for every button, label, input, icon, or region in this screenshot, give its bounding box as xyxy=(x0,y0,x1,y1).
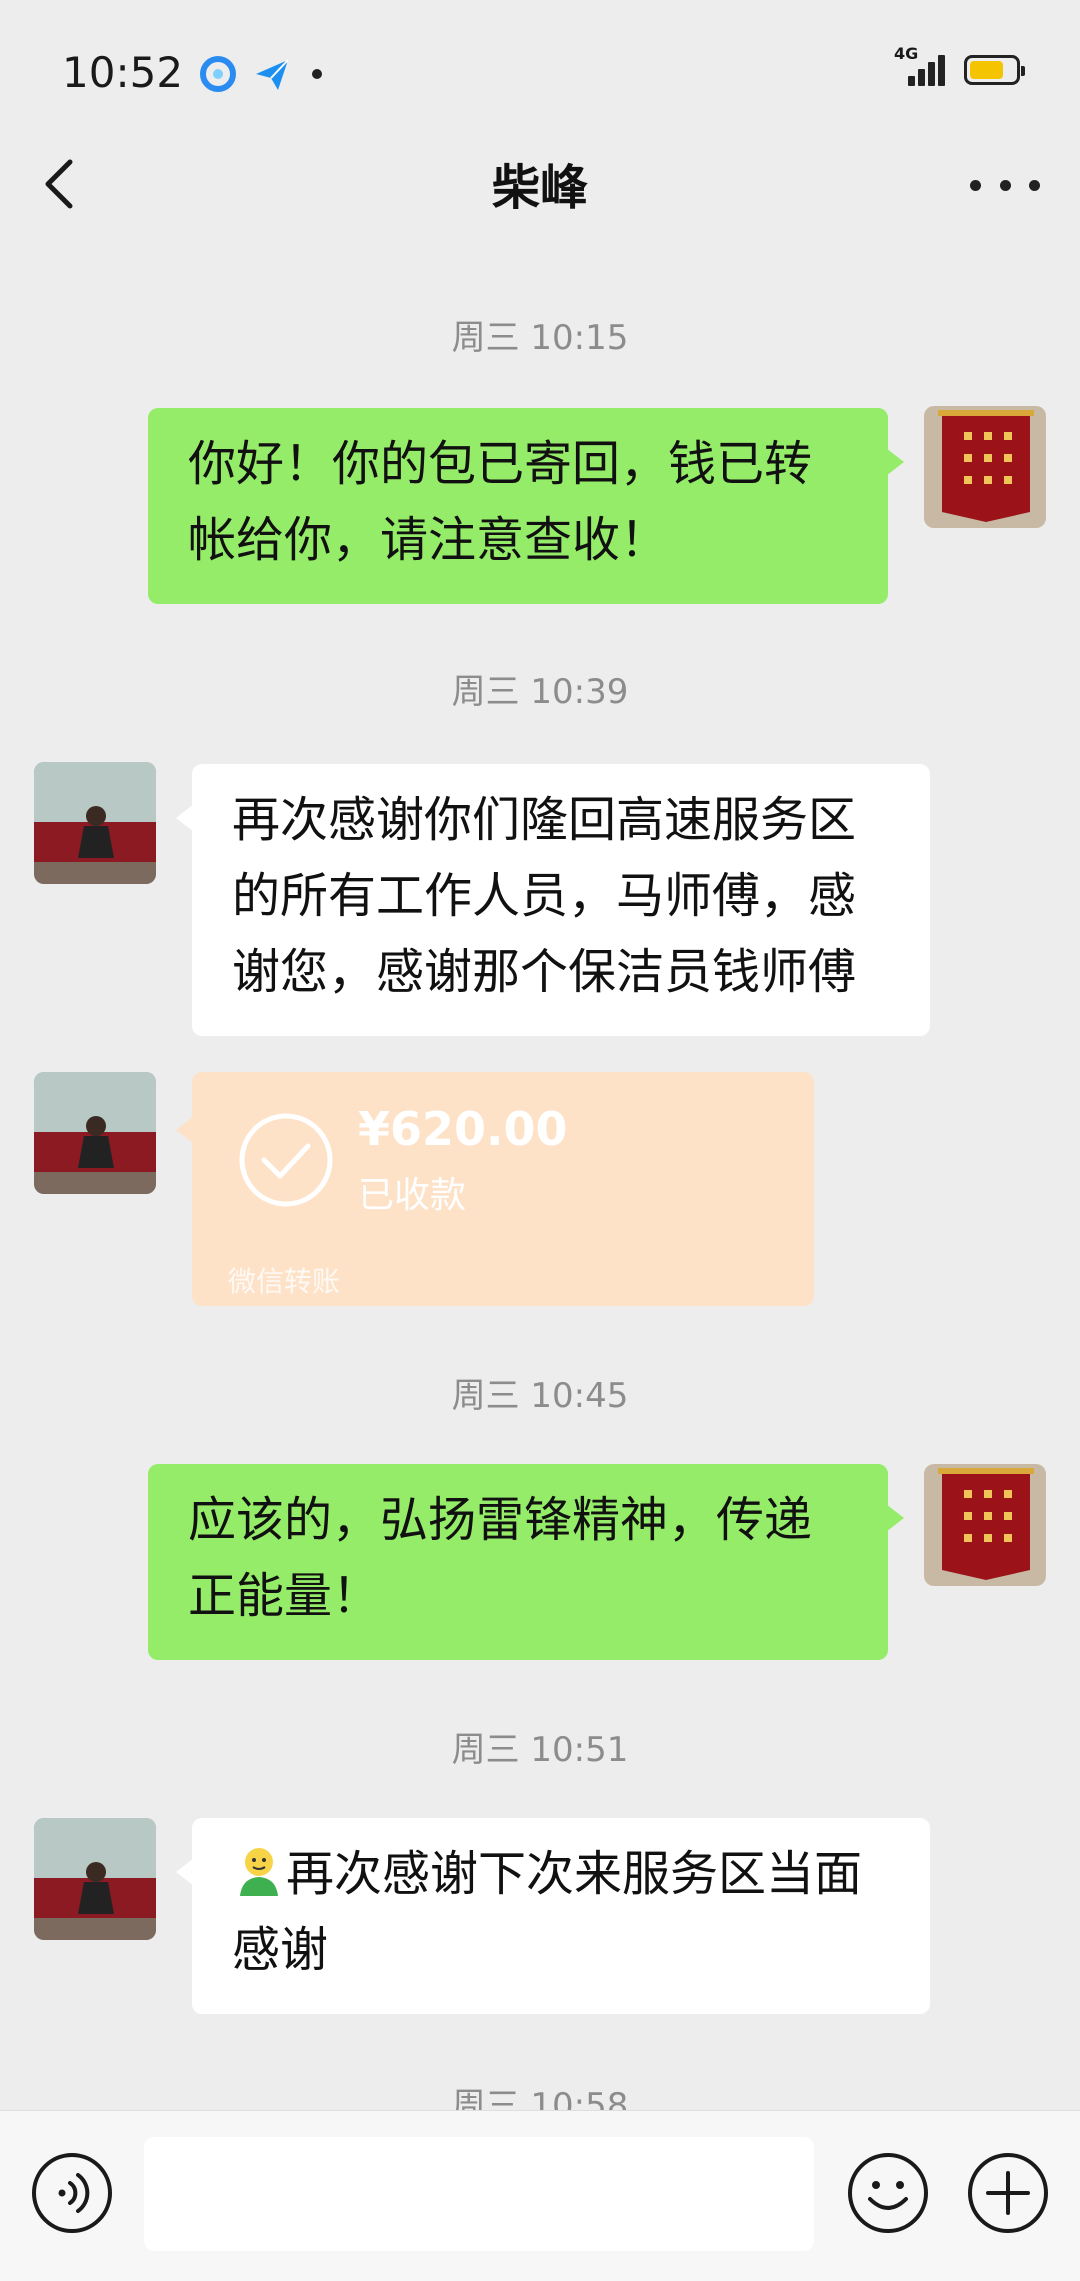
transfer-footer: 微信转账 xyxy=(228,1265,341,1298)
outgoing-message-bubble[interactable]: 你好！你的包已寄回，钱已转 帐给你，请注意查收！ xyxy=(148,408,904,604)
message-line: 你好！你的包已寄回，钱已转 xyxy=(188,436,813,492)
contact-avatar[interactable] xyxy=(34,1072,156,1194)
message-timestamp: 周三 10:15 xyxy=(451,318,629,358)
voice-button[interactable] xyxy=(30,2151,114,2235)
message-input[interactable] xyxy=(144,2137,814,2251)
notification-icons xyxy=(198,54,322,94)
transfer-amount: ¥620.00 xyxy=(358,1102,568,1156)
incoming-message-bubble[interactable]: 再次感谢你们隆回高速服务区 的所有工作人员，马师傅，感 谢您，感谢那个保洁员钱师… xyxy=(176,764,930,1036)
contact-avatar[interactable] xyxy=(34,1818,156,1940)
message-timestamp: 周三 10:51 xyxy=(451,1730,629,1770)
message-timestamp: 周三 10:39 xyxy=(451,672,629,712)
my-avatar[interactable] xyxy=(924,1464,1046,1586)
more-notifications-dot xyxy=(312,69,322,79)
input-bar xyxy=(0,2110,1080,2281)
message-line: 再次感谢你们隆回高速服务区 xyxy=(232,792,857,848)
more-options-button[interactable] xyxy=(970,160,1040,210)
pennant-banner-avatar-image xyxy=(924,406,1046,528)
my-avatar[interactable] xyxy=(924,406,1046,528)
status-time: 10:52 xyxy=(62,48,184,97)
message-line: 正能量！ xyxy=(188,1568,381,1624)
more-dots-icon xyxy=(970,179,981,191)
send-notification-icon xyxy=(256,59,289,90)
message-line: 谢您，感谢那个保洁员钱师傅 xyxy=(232,944,857,1000)
transfer-status: 已收款 xyxy=(358,1175,467,1216)
status-bar: 10:52 4G xyxy=(0,0,1080,150)
contact-avatar[interactable] xyxy=(34,762,156,884)
contact-photo-avatar-image xyxy=(34,1072,156,1194)
transfer-card[interactable]: ¥620.00 已收款 微信转账 xyxy=(176,1072,814,1306)
emoji-icon xyxy=(848,2153,928,2233)
message-timestamp: 周三 10:45 xyxy=(451,1376,629,1416)
message-line: 帐给你，请注意查收！ xyxy=(188,512,669,568)
signal-icon: 4G xyxy=(894,44,950,90)
message-line: 再次感谢下次来服务区当面 xyxy=(232,1836,890,1912)
smiley-person-emoji-icon xyxy=(240,1848,278,1896)
contact-photo-avatar-image xyxy=(34,762,156,884)
battery-icon xyxy=(964,55,1025,85)
plus-icon xyxy=(968,2153,1048,2233)
outgoing-message-bubble[interactable]: 应该的，弘扬雷锋精神，传递 正能量！ xyxy=(148,1464,904,1660)
check-circle-icon xyxy=(239,1113,333,1207)
status-indicators: 4G xyxy=(894,44,1025,90)
network-type: 4G xyxy=(894,44,919,63)
message-line: 的所有工作人员，马师傅，感 xyxy=(232,868,857,924)
chat-header: 柴峰 xyxy=(0,130,1080,240)
message-line: 应该的，弘扬雷锋精神，传递 xyxy=(188,1492,813,1548)
more-functions-button[interactable] xyxy=(966,2151,1050,2235)
message-line: 感谢 xyxy=(232,1922,329,1978)
pennant-banner-avatar-image xyxy=(924,1464,1046,1586)
browser-notification-icon xyxy=(200,56,236,92)
incoming-message-bubble[interactable]: 再次感谢下次来服务区当面 感谢 xyxy=(176,1818,930,2014)
contact-photo-avatar-image xyxy=(34,1818,156,1940)
voice-icon xyxy=(32,2153,112,2233)
emoji-button[interactable] xyxy=(846,2151,930,2235)
chat-title: 柴峰 xyxy=(491,160,588,216)
message-text: 再次感谢下次来服务区当面 xyxy=(286,1846,863,1902)
